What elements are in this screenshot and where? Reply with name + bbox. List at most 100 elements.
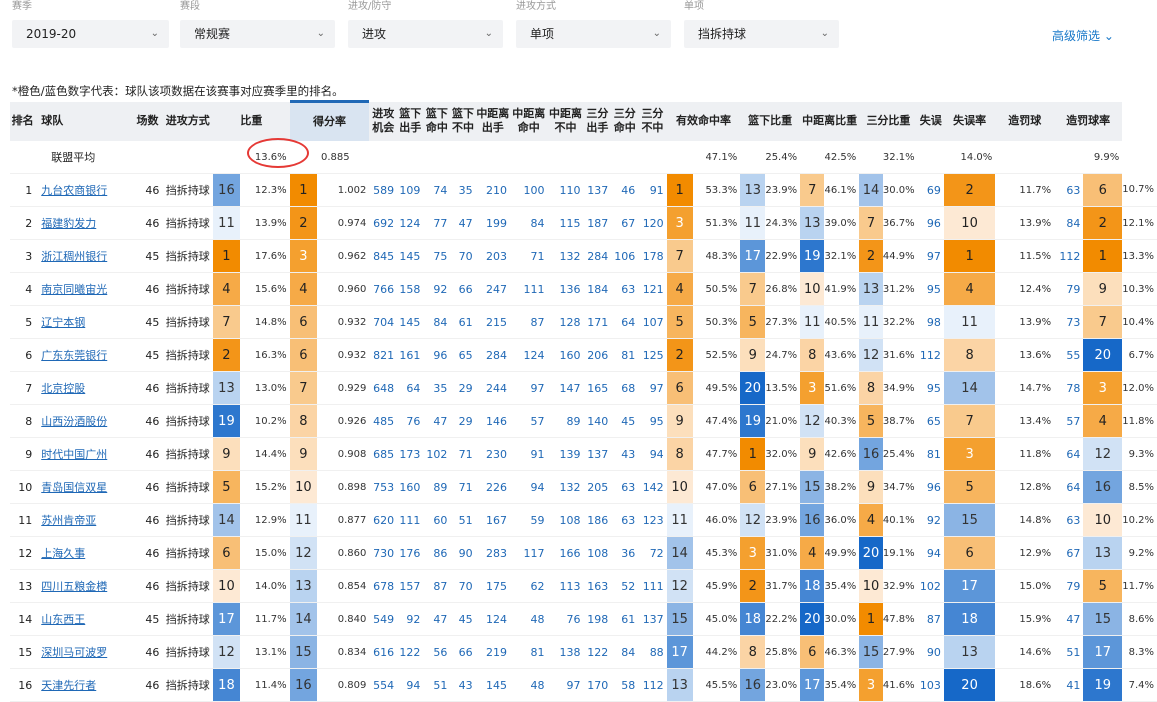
miss-in-cell[interactable]: 61: [450, 305, 476, 339]
miss-in-cell[interactable]: 43: [450, 668, 476, 702]
miss-in-cell[interactable]: 35: [450, 173, 476, 207]
fga-mid-cell[interactable]: 215: [475, 305, 511, 339]
miss-3-cell[interactable]: 72: [638, 536, 667, 570]
miss-3-cell[interactable]: 97: [638, 371, 667, 405]
poss-cell[interactable]: 753: [369, 470, 398, 504]
team-link[interactable]: 深圳马可波罗: [41, 646, 107, 659]
col-games[interactable]: 场数: [132, 101, 163, 141]
miss-in-cell[interactable]: 66: [450, 635, 476, 669]
fouls-cell[interactable]: 78: [1054, 371, 1084, 405]
advanced-filter-link[interactable]: 高级筛选 ⌄: [1052, 27, 1114, 44]
miss-3-cell[interactable]: 91: [638, 173, 667, 207]
fgm-in-cell[interactable]: 84: [423, 305, 451, 339]
fgm-3-cell[interactable]: 84: [611, 635, 639, 669]
col-fga-mid[interactable]: 中距离 出手: [475, 101, 511, 141]
miss-in-cell[interactable]: 29: [450, 371, 476, 405]
fgm-in-cell[interactable]: 35: [423, 371, 451, 405]
team-link[interactable]: 浙江稠州银行: [41, 250, 107, 263]
fga-in-cell[interactable]: 109: [397, 173, 424, 207]
fga-mid-cell[interactable]: 146: [475, 404, 511, 438]
fga-mid-cell[interactable]: 145: [475, 668, 511, 702]
fgm-in-cell[interactable]: 60: [423, 503, 451, 537]
col-mid-freq[interactable]: 中距离比重: [800, 101, 860, 141]
team-link[interactable]: 山东西王: [41, 613, 85, 626]
fga-3-cell[interactable]: 206: [583, 338, 612, 372]
poss-cell[interactable]: 620: [369, 503, 398, 537]
miss-mid-cell[interactable]: 132: [547, 239, 584, 273]
fouls-cell[interactable]: 79: [1054, 569, 1084, 603]
fouls-cell[interactable]: 57: [1054, 404, 1084, 438]
fga-in-cell[interactable]: 92: [397, 602, 424, 636]
fga-in-cell[interactable]: 145: [397, 305, 424, 339]
team-link[interactable]: 时代中国广州: [41, 448, 107, 461]
miss-mid-cell[interactable]: 160: [547, 338, 584, 372]
col-type[interactable]: 进攻方式: [162, 101, 214, 141]
tov-cell[interactable]: 90: [917, 635, 944, 669]
team-link[interactable]: 九台农商银行: [41, 184, 107, 197]
fga-3-cell[interactable]: 186: [583, 503, 612, 537]
team-link[interactable]: 福建豹发力: [41, 217, 96, 230]
col-fouls[interactable]: 造罚球: [995, 101, 1055, 141]
fgm-in-cell[interactable]: 47: [423, 404, 451, 438]
team-link[interactable]: 四川五粮金樽: [41, 580, 107, 593]
fga-mid-cell[interactable]: 175: [475, 569, 511, 603]
fouls-cell[interactable]: 67: [1054, 536, 1084, 570]
miss-mid-cell[interactable]: 166: [547, 536, 584, 570]
poss-cell[interactable]: 685: [369, 437, 398, 471]
miss-mid-cell[interactable]: 132: [547, 470, 584, 504]
fgm-mid-cell[interactable]: 91: [510, 437, 548, 471]
miss-mid-cell[interactable]: 128: [547, 305, 584, 339]
fgm-mid-cell[interactable]: 59: [510, 503, 548, 537]
season-select[interactable]: 2019-20 ⌄: [12, 20, 169, 48]
miss-3-cell[interactable]: 107: [638, 305, 667, 339]
fga-3-cell[interactable]: 137: [583, 437, 612, 471]
tov-cell[interactable]: 112: [917, 338, 944, 372]
fgm-3-cell[interactable]: 58: [611, 668, 639, 702]
item-select[interactable]: 挡拆持球 ⌄: [684, 20, 839, 48]
team-link[interactable]: 青岛国信双星: [41, 481, 107, 494]
poss-cell[interactable]: 821: [369, 338, 398, 372]
poss-cell[interactable]: 845: [369, 239, 398, 273]
fgm-3-cell[interactable]: 45: [611, 404, 639, 438]
fgm-3-cell[interactable]: 36: [611, 536, 639, 570]
fgm-3-cell[interactable]: 63: [611, 470, 639, 504]
fouls-cell[interactable]: 51: [1054, 635, 1084, 669]
fouls-cell[interactable]: 64: [1054, 437, 1084, 471]
fga-in-cell[interactable]: 64: [397, 371, 424, 405]
fouls-cell[interactable]: 84: [1054, 206, 1084, 240]
fga-in-cell[interactable]: 176: [397, 536, 424, 570]
miss-3-cell[interactable]: 120: [638, 206, 667, 240]
miss-mid-cell[interactable]: 76: [547, 602, 584, 636]
miss-3-cell[interactable]: 125: [638, 338, 667, 372]
miss-mid-cell[interactable]: 115: [547, 206, 584, 240]
col-three-freq[interactable]: 三分比重: [859, 101, 918, 141]
stage-select[interactable]: 常规赛 ⌄: [180, 20, 335, 48]
team-link[interactable]: 南京同曦宙光: [41, 283, 107, 296]
fgm-mid-cell[interactable]: 94: [510, 470, 548, 504]
miss-mid-cell[interactable]: 110: [547, 173, 584, 207]
tov-cell[interactable]: 81: [917, 437, 944, 471]
tov-cell[interactable]: 96: [917, 470, 944, 504]
fgm-mid-cell[interactable]: 71: [510, 239, 548, 273]
fgm-mid-cell[interactable]: 97: [510, 371, 548, 405]
poss-cell[interactable]: 678: [369, 569, 398, 603]
fga-in-cell[interactable]: 157: [397, 569, 424, 603]
miss-mid-cell[interactable]: 136: [547, 272, 584, 306]
miss-3-cell[interactable]: 178: [638, 239, 667, 273]
fga-3-cell[interactable]: 187: [583, 206, 612, 240]
col-miss-mid[interactable]: 中距离 不中: [547, 101, 584, 141]
fouls-cell[interactable]: 63: [1054, 503, 1084, 537]
team-link[interactable]: 北京控股: [41, 382, 85, 395]
col-fga-in[interactable]: 篮下 出手: [397, 101, 424, 141]
miss-mid-cell[interactable]: 89: [547, 404, 584, 438]
fouls-cell[interactable]: 47: [1054, 602, 1084, 636]
fga-3-cell[interactable]: 140: [583, 404, 612, 438]
tov-cell[interactable]: 94: [917, 536, 944, 570]
fga-in-cell[interactable]: 76: [397, 404, 424, 438]
fga-3-cell[interactable]: 171: [583, 305, 612, 339]
miss-3-cell[interactable]: 95: [638, 404, 667, 438]
poss-cell[interactable]: 648: [369, 371, 398, 405]
tov-cell[interactable]: 103: [917, 668, 944, 702]
col-tov-rate[interactable]: 失误率: [943, 101, 996, 141]
col-fga-3[interactable]: 三分 出手: [583, 101, 612, 141]
